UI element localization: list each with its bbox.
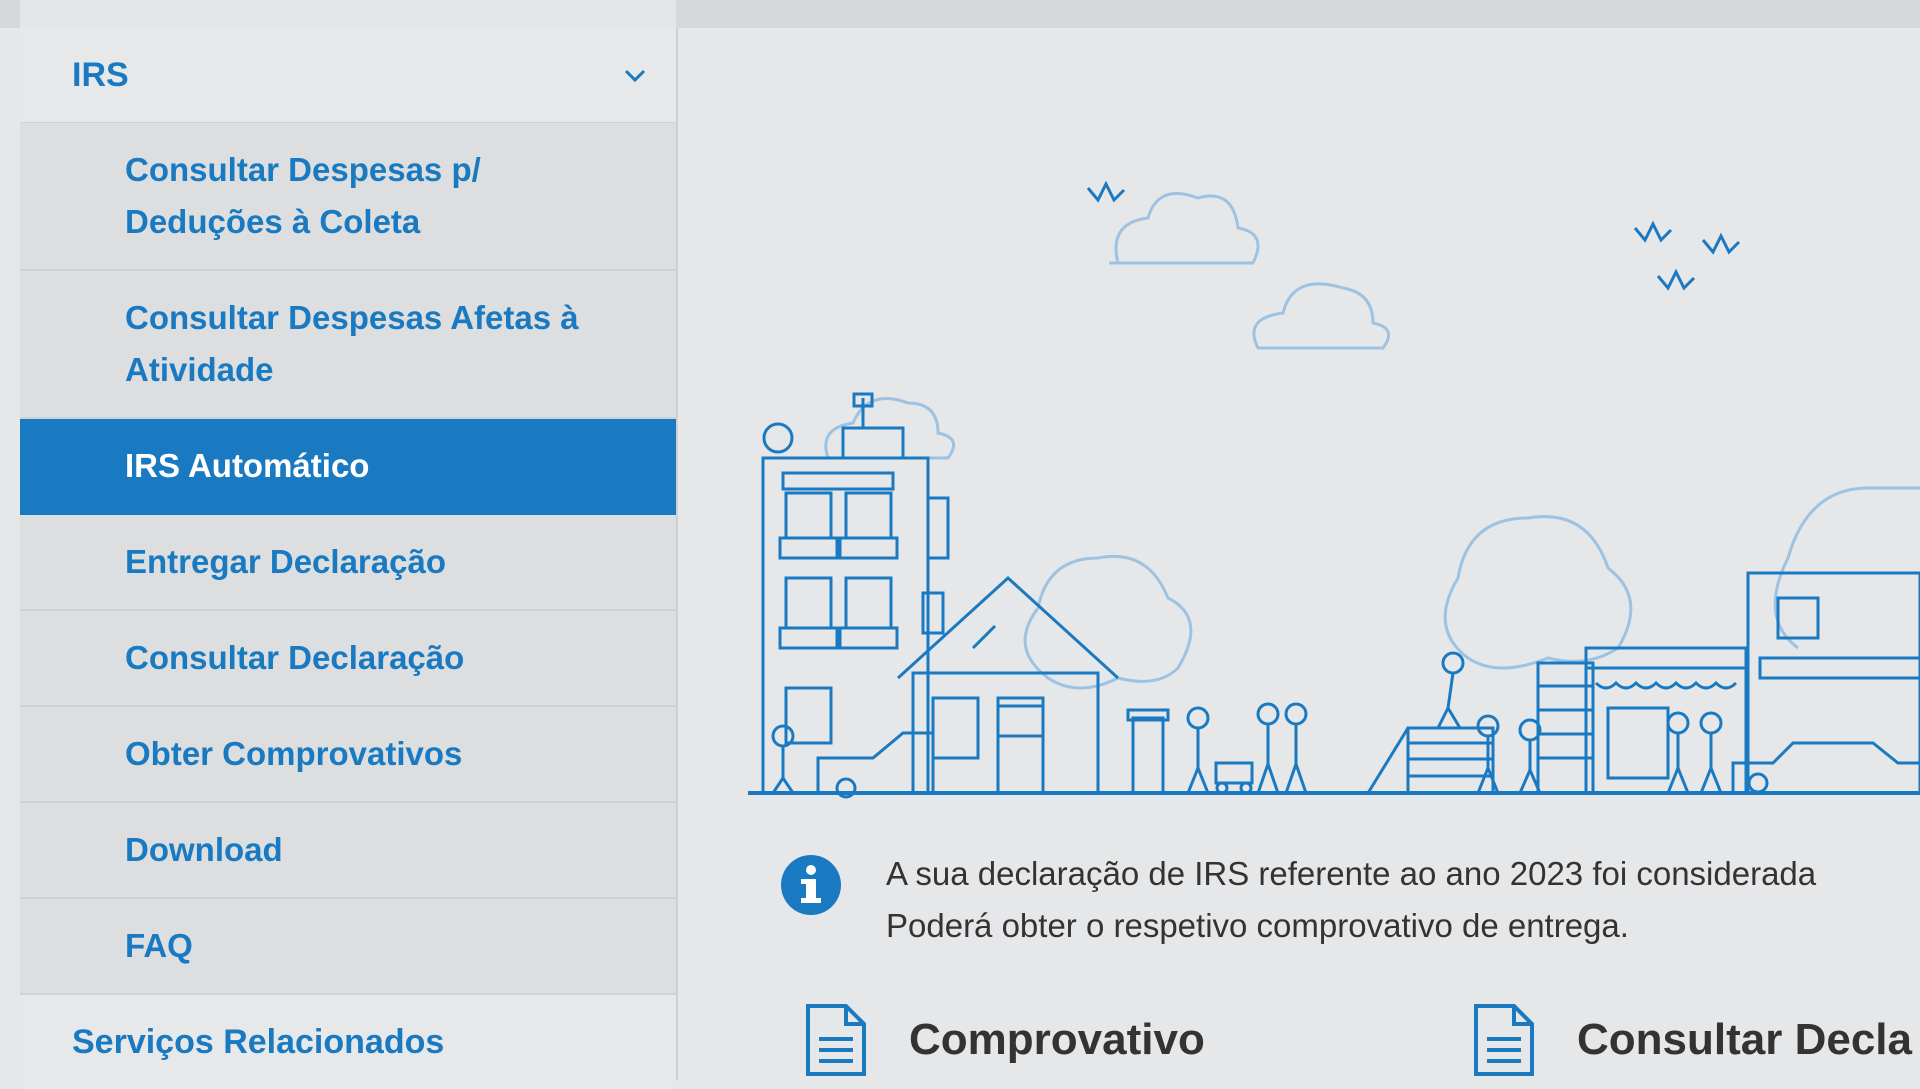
shop — [1584, 571, 1920, 795]
document-icon — [806, 1004, 866, 1076]
sidebar-item-consultar-declaracao[interactable]: Consultar Declaração — [20, 611, 676, 707]
sidebar-item-label: FAQ — [125, 927, 193, 964]
sidebar-item-entregar-declaracao[interactable]: Entregar Declaração — [20, 515, 676, 611]
birds — [1086, 180, 1741, 291]
sidebar-item-servicos-relacionados[interactable]: Serviços Relacionados — [20, 995, 676, 1089]
sidebar-item-label: Download — [125, 831, 283, 868]
house — [896, 575, 1120, 795]
info-text: A sua declaração de IRS referente ao ano… — [886, 848, 1816, 952]
consultar-declaracao-label: Consultar Decla — [1577, 1015, 1912, 1064]
brick-wall — [1366, 651, 1595, 795]
sidebar-item-label: Obter Comprovativos — [125, 735, 463, 772]
sidebar: IRS Consultar Despesas p/ Deduções à Col… — [20, 28, 678, 1089]
town-illustration — [748, 180, 1920, 799]
chevron-down-icon — [624, 69, 646, 83]
sidebar-item-consultar-despesas-atividade[interactable]: Consultar Despesas Afetas à Atividade — [20, 271, 676, 419]
comprovativo-button[interactable]: Comprovativo — [805, 1003, 1205, 1077]
sidebar-item-faq[interactable]: FAQ — [20, 899, 676, 995]
sidebar-item-label: IRS Automático — [125, 447, 370, 484]
sidebar-item-download[interactable]: Download — [20, 803, 676, 899]
comprovativo-label: Comprovativo — [909, 1015, 1205, 1064]
sidebar-item-label-line2: Atividade — [125, 351, 274, 388]
document-icon — [1474, 1004, 1534, 1076]
sidebar-item-label-line2: Deduções à Coleta — [125, 203, 421, 240]
info-line-2: Poderá obter o respetivo comprovativo de… — [886, 907, 1629, 944]
street-people — [771, 702, 1308, 799]
info-line-1: A sua declaração de IRS referente ao ano… — [886, 855, 1817, 892]
sidebar-menu: Consultar Despesas p/ Deduções à Coleta … — [20, 123, 676, 995]
actions-row: Comprovativo Consultar Decla — [805, 1003, 1920, 1083]
sidebar-item-irs-automatico[interactable]: IRS Automático — [20, 419, 676, 515]
sidebar-item-consultar-despesas-deducoes[interactable]: Consultar Despesas p/ Deduções à Coleta — [20, 123, 676, 271]
sidebar-item-obter-comprovativos[interactable]: Obter Comprovativos — [20, 707, 676, 803]
sidebar-header-irs[interactable]: IRS — [20, 28, 676, 123]
sidebar-item-label: Consultar Declaração — [125, 639, 465, 676]
info-icon — [781, 855, 841, 915]
consultar-declaracao-button[interactable]: Consultar Decla — [1473, 1003, 1912, 1077]
top-bar — [0, 0, 1920, 28]
sidebar-header-label: IRS — [72, 55, 129, 94]
sidebar-item-label-line1: Consultar Despesas Afetas à — [125, 299, 579, 336]
clouds — [824, 192, 1920, 690]
sidebar-item-label-line1: Consultar Despesas p/ — [125, 151, 481, 188]
sidebar-item-label: Entregar Declaração — [125, 543, 446, 580]
info-message: A sua declaração de IRS referente ao ano… — [780, 848, 1920, 952]
sidebar-footer-label: Serviços Relacionados — [72, 1022, 445, 1061]
main-content: A sua declaração de IRS referente ao ano… — [678, 28, 1920, 1080]
top-bar-left-segment — [20, 0, 676, 28]
